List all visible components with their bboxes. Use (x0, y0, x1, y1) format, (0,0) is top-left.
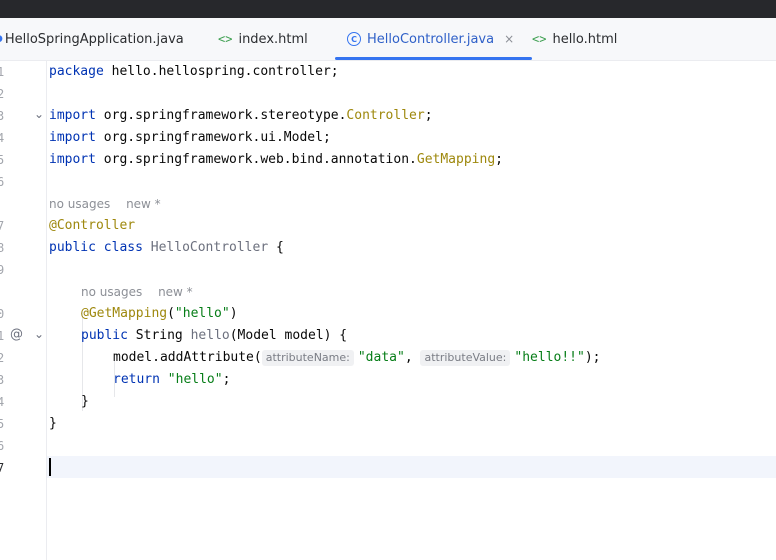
close-icon[interactable]: × (504, 32, 514, 46)
string-literal: "data" (357, 350, 405, 365)
paren: ( (167, 306, 175, 321)
brace: } (49, 416, 57, 431)
usage-hint[interactable]: no usages new * (81, 281, 193, 303)
import-path: org.springframework.web.bind.annotation. (95, 152, 417, 167)
keyword: class (103, 240, 143, 255)
line-number: 3 (0, 109, 5, 123)
string-literal: "hello!!" (514, 350, 585, 365)
code-line-14: } (81, 391, 89, 413)
keyword: import (49, 152, 96, 167)
line-number: 0 (0, 307, 5, 321)
package-name: hello.hellospring.controller; (103, 64, 339, 79)
tab-hellocontroller[interactable]: C HelloController.java × (334, 18, 533, 60)
no-usages-hint[interactable]: no usages (49, 197, 110, 211)
line-number: 8 (0, 241, 5, 255)
text-cursor (49, 458, 51, 476)
line-number: 4 (0, 131, 5, 145)
paren: ) (229, 306, 238, 321)
line-number: 5 (0, 153, 5, 167)
line-number: 9 (0, 263, 5, 277)
usage-hint[interactable]: no usages new * (49, 193, 161, 215)
code-line-10: @GetMapping("hello") (81, 303, 238, 325)
code-editor[interactable]: package hello.hellospring.controller; im… (47, 61, 776, 560)
line-number: 4 (0, 395, 5, 409)
new-hint[interactable]: new * (126, 197, 161, 211)
semicolon: ; (222, 372, 231, 387)
tab-label: index.html (238, 31, 308, 47)
semicolon: ; (495, 152, 503, 167)
line-number: 6 (0, 439, 5, 453)
html-icon: <> (532, 32, 547, 46)
brace: } (81, 394, 89, 409)
class-c-icon: C (347, 32, 361, 46)
method-params: (Model model) { (229, 328, 348, 343)
parameter-name-hint: attributeName: (261, 350, 354, 366)
line-number: 3 (0, 373, 5, 387)
parameter-name-hint: attributeValue: (420, 350, 511, 366)
java-class-icon: ● (0, 34, 3, 44)
import-path: org.springframework.stereotype. (95, 108, 347, 123)
call-target: model.addAttribute( (113, 350, 262, 365)
hint-separator (116, 197, 120, 211)
at-request-mapping-icon[interactable]: @ (10, 327, 23, 342)
line-number: 7 (0, 219, 5, 233)
keyword: import (49, 130, 96, 145)
keyword: package (49, 64, 104, 79)
line-number: 1 (0, 65, 5, 79)
code-line-12: model.addAttribute(attributeName: "data",… (113, 347, 601, 369)
new-hint[interactable]: new * (158, 285, 193, 299)
class-name: HelloController (150, 240, 269, 255)
fold-icon[interactable]: ⌄ (34, 107, 44, 121)
import-path: org.springframework.ui.Model; (95, 130, 331, 145)
import-class: Controller (346, 108, 425, 123)
semicolon: ; (424, 108, 433, 123)
tab-label: HelloSpringApplication.java (4, 31, 184, 47)
line-number-current: 7 (0, 461, 5, 475)
current-line-highlight (47, 456, 776, 478)
keyword: public (81, 328, 128, 343)
tab-index-html[interactable]: <> index.html (218, 18, 308, 60)
code-line-3: import org.springframework.stereotype.Co… (49, 105, 433, 127)
brace: { (268, 240, 284, 255)
hint-separator (148, 285, 152, 299)
method-annotation: @GetMapping (81, 306, 168, 321)
code-line-5: import org.springframework.web.bind.anno… (49, 149, 503, 171)
tab-hello-html[interactable]: <> hello.html (532, 18, 617, 60)
tab-hellospringapplication[interactable]: ● HelloSpringApplication.java (0, 18, 184, 60)
editor-tab-bar: ● HelloSpringApplication.java <> index.h… (0, 18, 776, 61)
code-line-11: public String hello(Model model) { (81, 325, 347, 347)
string-literal: "hello" (167, 372, 223, 387)
keyword: return (113, 372, 160, 387)
method-name: hello (190, 328, 230, 343)
return-type: String (127, 328, 191, 343)
tab-label: hello.html (552, 31, 618, 47)
comma: , (404, 350, 421, 365)
code-line-13: return "hello"; (113, 369, 230, 391)
code-line-1: package hello.hellospring.controller; (49, 61, 339, 83)
no-usages-hint[interactable]: no usages (81, 285, 142, 299)
code-line-4: import org.springframework.ui.Model; (49, 127, 331, 149)
line-number: 2 (0, 351, 5, 365)
tab-label: HelloController.java (367, 31, 495, 47)
line-number: 1 (0, 329, 5, 343)
html-icon: <> (218, 32, 233, 46)
line-number: 5 (0, 417, 5, 431)
string-literal: "hello" (174, 306, 230, 321)
keyword: import (49, 108, 96, 123)
class-annotation: @Controller (49, 218, 136, 233)
import-class: GetMapping (416, 152, 496, 167)
call-close: ); (584, 350, 601, 365)
keyword: public (49, 240, 96, 255)
line-number: 2 (0, 87, 5, 101)
line-number: 6 (0, 175, 5, 189)
window-title-bar (0, 0, 776, 18)
code-line-15: } (49, 413, 57, 435)
line-number-gutter[interactable]: 1 2 3 4 5 6 7 8 9 0 1 2 3 4 5 6 7 ⌄ @ ⌄ (0, 61, 47, 560)
code-line-8: public class HelloController { (49, 237, 284, 259)
code-line-7: @Controller (49, 215, 135, 237)
fold-icon[interactable]: ⌄ (34, 327, 44, 341)
